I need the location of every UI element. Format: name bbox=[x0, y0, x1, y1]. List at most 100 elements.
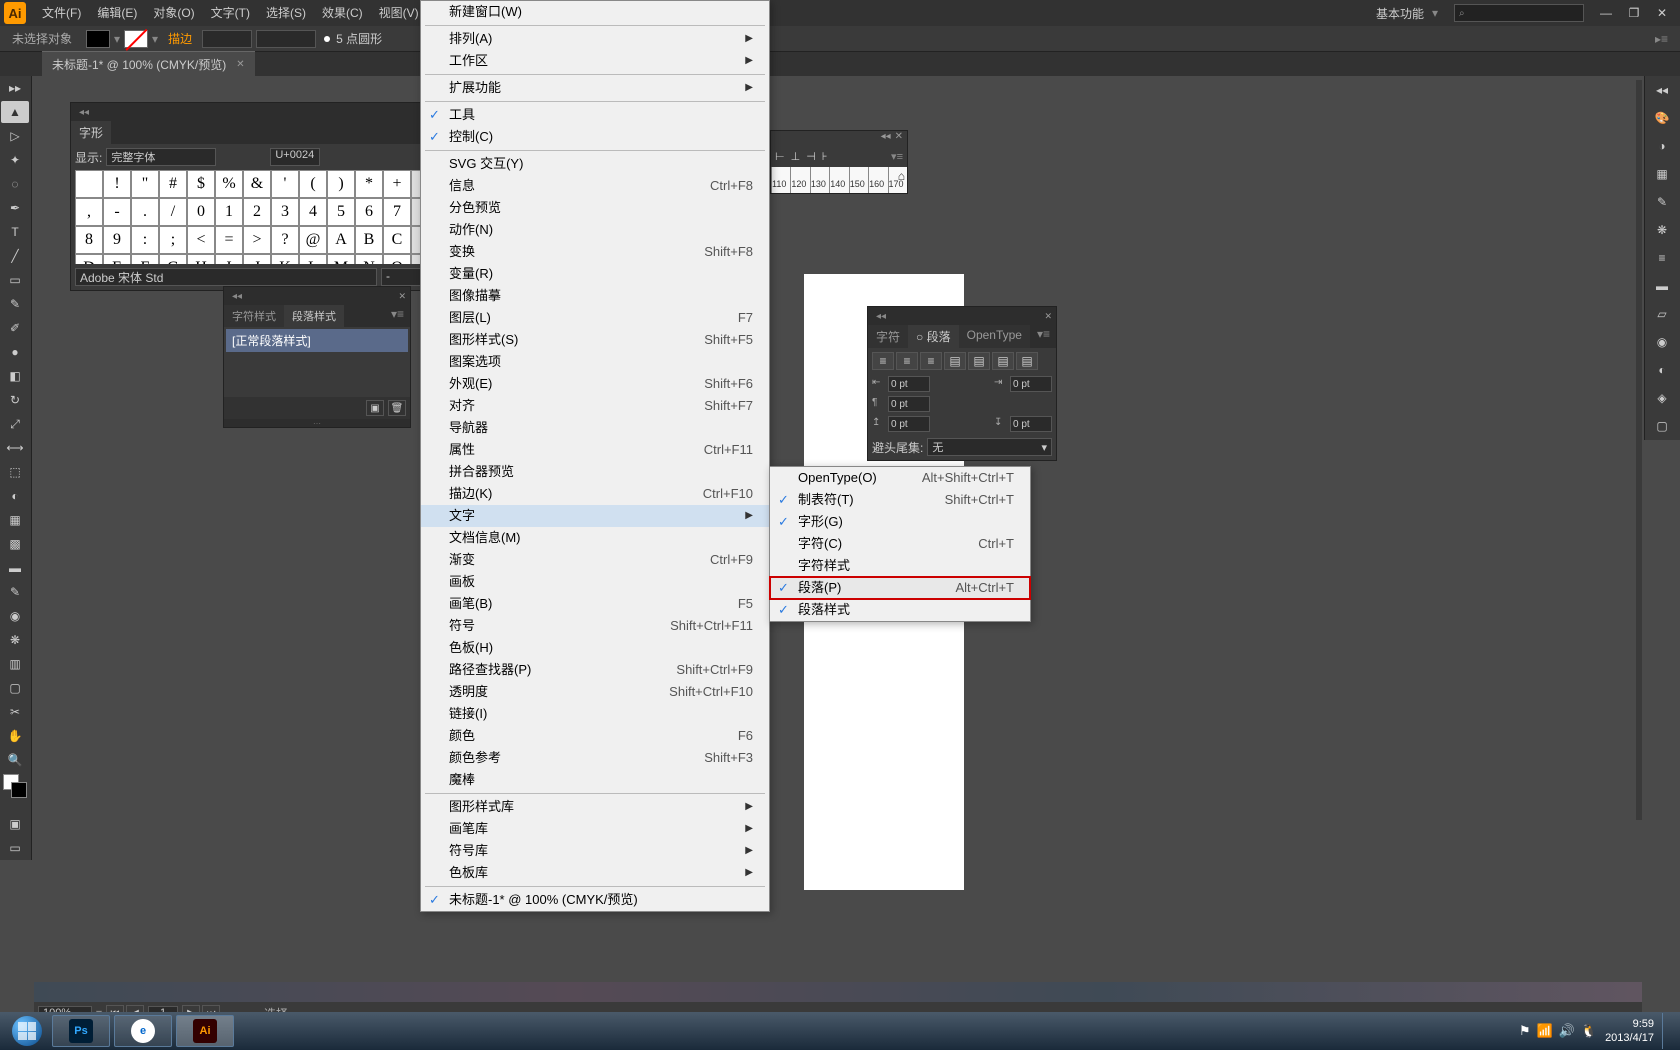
menu-item[interactable]: 魔棒 bbox=[421, 769, 769, 791]
new-style-icon[interactable]: ▣ bbox=[366, 400, 384, 416]
glyphs-tab[interactable]: 字形 bbox=[71, 121, 111, 144]
menu-item[interactable]: 新建窗口(W) bbox=[421, 1, 769, 23]
glyph-cell[interactable]: L bbox=[299, 254, 327, 264]
blend-tool[interactable]: ◉ bbox=[0, 604, 30, 628]
glyph-cell[interactable]: K bbox=[271, 254, 299, 264]
scrollbar[interactable] bbox=[1636, 80, 1642, 820]
tray-flag-icon[interactable]: ⚑ bbox=[1519, 1023, 1531, 1039]
tray-network-icon[interactable]: 📶 bbox=[1537, 1023, 1553, 1039]
glyph-cell[interactable]: ) bbox=[327, 170, 355, 198]
collapse-icon[interactable]: ◂◂ bbox=[1645, 76, 1679, 104]
eraser-tool[interactable]: ◧ bbox=[0, 364, 30, 388]
fill-stroke-indicator[interactable] bbox=[0, 772, 30, 812]
menu-item[interactable]: 颜色F6 bbox=[421, 725, 769, 747]
glyph-cell[interactable]: ' bbox=[271, 170, 299, 198]
menu-item[interactable]: 变换Shift+F8 bbox=[421, 241, 769, 263]
show-desktop-button[interactable] bbox=[1662, 1013, 1676, 1049]
stroke-label[interactable]: 描边 bbox=[160, 30, 200, 47]
menu-item[interactable]: 图形样式库▶ bbox=[421, 796, 769, 818]
graph-tool[interactable]: ▥ bbox=[0, 652, 30, 676]
menu-edit[interactable]: 编辑(E) bbox=[89, 0, 145, 26]
glyph-cell[interactable]: J bbox=[243, 254, 271, 264]
menu-effect[interactable]: 效果(C) bbox=[314, 0, 371, 26]
glyph-cell[interactable]: ? bbox=[271, 226, 299, 254]
width-tool[interactable]: ⟷ bbox=[0, 436, 30, 460]
menu-item[interactable]: 图层(L)F7 bbox=[421, 307, 769, 329]
menu-item[interactable]: 描边(K)Ctrl+F10 bbox=[421, 483, 769, 505]
glyph-cell[interactable]: - bbox=[103, 198, 131, 226]
color-panel-icon[interactable]: 🎨 bbox=[1645, 104, 1679, 132]
artboards-icon[interactable]: ▢ bbox=[1645, 412, 1679, 440]
glyph-cell[interactable]: & bbox=[243, 170, 271, 198]
glyph-cell[interactable]: M bbox=[327, 254, 355, 264]
first-line-indent-input[interactable] bbox=[888, 396, 930, 412]
zoom-tool[interactable]: 🔍 bbox=[0, 748, 30, 772]
menu-item[interactable]: 渐变Ctrl+F9 bbox=[421, 549, 769, 571]
glyph-cell[interactable]: C bbox=[383, 226, 411, 254]
free-transform-tool[interactable]: ⬚ bbox=[0, 460, 30, 484]
menu-item[interactable]: 画笔(B)F5 bbox=[421, 593, 769, 615]
perspective-tool[interactable]: ▦ bbox=[0, 508, 30, 532]
glyph-cell[interactable]: I bbox=[215, 254, 243, 264]
submenu-item[interactable]: ✓段落样式 bbox=[770, 599, 1030, 621]
glyph-cell[interactable]: % bbox=[215, 170, 243, 198]
scale-tool[interactable]: ⤢ bbox=[0, 412, 30, 436]
glyph-cell[interactable]: < bbox=[187, 226, 215, 254]
menu-item[interactable]: 文字▶ bbox=[421, 505, 769, 527]
line-tool[interactable]: ╱ bbox=[0, 244, 30, 268]
collapse-icon[interactable]: ◂◂ bbox=[228, 291, 246, 302]
color-guide-icon[interactable]: ◑ bbox=[1645, 132, 1679, 160]
layers-icon[interactable]: ◈ bbox=[1645, 384, 1679, 412]
glyph-cell[interactable]: D bbox=[75, 254, 103, 264]
menu-item[interactable]: 链接(I) bbox=[421, 703, 769, 725]
lasso-tool[interactable]: ◌ bbox=[0, 172, 30, 196]
submenu-item[interactable]: OpenType(O)Alt+Shift+Ctrl+T bbox=[770, 467, 1030, 489]
glyph-cell[interactable]: @ bbox=[299, 226, 327, 254]
glyph-cell[interactable]: ( bbox=[299, 170, 327, 198]
glyph-cell[interactable]: A bbox=[327, 226, 355, 254]
menu-item[interactable]: 颜色参考Shift+F3 bbox=[421, 747, 769, 769]
slice-tool[interactable]: ✂ bbox=[0, 700, 30, 724]
clock[interactable]: 9:59 2013/4/17 bbox=[1605, 1017, 1654, 1045]
submenu-item[interactable]: 字符样式 bbox=[770, 555, 1030, 577]
glyph-cell[interactable]: O bbox=[383, 254, 411, 264]
artboard-tool[interactable]: ▢ bbox=[0, 676, 30, 700]
paragraph-tab[interactable]: ○ 段落 bbox=[908, 325, 959, 348]
document-tab[interactable]: 未标题-1* @ 100% (CMYK/预览) ✕ bbox=[42, 51, 255, 77]
hand-tool[interactable]: ✋ bbox=[0, 724, 30, 748]
menu-file[interactable]: 文件(F) bbox=[34, 0, 89, 26]
close-icon[interactable]: ✕ bbox=[1044, 311, 1052, 322]
menu-item[interactable]: 画笔库▶ bbox=[421, 818, 769, 840]
tab-center-icon[interactable]: ⊥ bbox=[791, 150, 801, 163]
space-after-input[interactable] bbox=[1010, 416, 1052, 432]
eyedropper-tool[interactable]: ✎ bbox=[0, 580, 30, 604]
blob-brush-tool[interactable]: ● bbox=[0, 340, 30, 364]
indent-left-input[interactable] bbox=[888, 376, 930, 392]
glyph-cell[interactable]: / bbox=[159, 198, 187, 226]
screen-mode-icon[interactable]: ▭ bbox=[0, 836, 30, 860]
menu-item[interactable]: 色板库▶ bbox=[421, 862, 769, 884]
delete-style-icon[interactable]: 🗑 bbox=[388, 400, 406, 416]
color-mode-icon[interactable]: ▣ bbox=[0, 812, 30, 836]
menu-item[interactable]: ✓工具 bbox=[421, 104, 769, 126]
snap-icon[interactable]: ⌂ bbox=[898, 169, 905, 183]
menu-item[interactable]: 画板 bbox=[421, 571, 769, 593]
menu-item[interactable]: 导航器 bbox=[421, 417, 769, 439]
glyph-cell[interactable]: ; bbox=[159, 226, 187, 254]
submenu-item[interactable]: ✓段落(P)Alt+Ctrl+T bbox=[770, 577, 1030, 599]
character-styles-tab[interactable]: 字符样式 bbox=[224, 305, 284, 327]
submenu-item[interactable]: 字符(C)Ctrl+T bbox=[770, 533, 1030, 555]
swatches-icon[interactable]: ▦ bbox=[1645, 160, 1679, 188]
variable-width-dropdown[interactable] bbox=[256, 30, 316, 48]
menu-item[interactable]: 分色预览 bbox=[421, 197, 769, 219]
menu-object[interactable]: 对象(O) bbox=[145, 0, 202, 26]
tab-close-icon[interactable]: ✕ bbox=[236, 59, 244, 70]
panel-menu-icon[interactable]: ▾≡ bbox=[1031, 325, 1056, 348]
tray-volume-icon[interactable]: 🔊 bbox=[1559, 1023, 1575, 1039]
glyph-cell[interactable]: > bbox=[243, 226, 271, 254]
menu-item[interactable]: 图形样式(S)Shift+F5 bbox=[421, 329, 769, 351]
rotate-tool[interactable]: ↻ bbox=[0, 388, 30, 412]
menu-item[interactable]: 扩展功能▶ bbox=[421, 77, 769, 99]
transparency-icon[interactable]: ▱ bbox=[1645, 300, 1679, 328]
close-icon[interactable]: ✕ bbox=[398, 291, 406, 302]
